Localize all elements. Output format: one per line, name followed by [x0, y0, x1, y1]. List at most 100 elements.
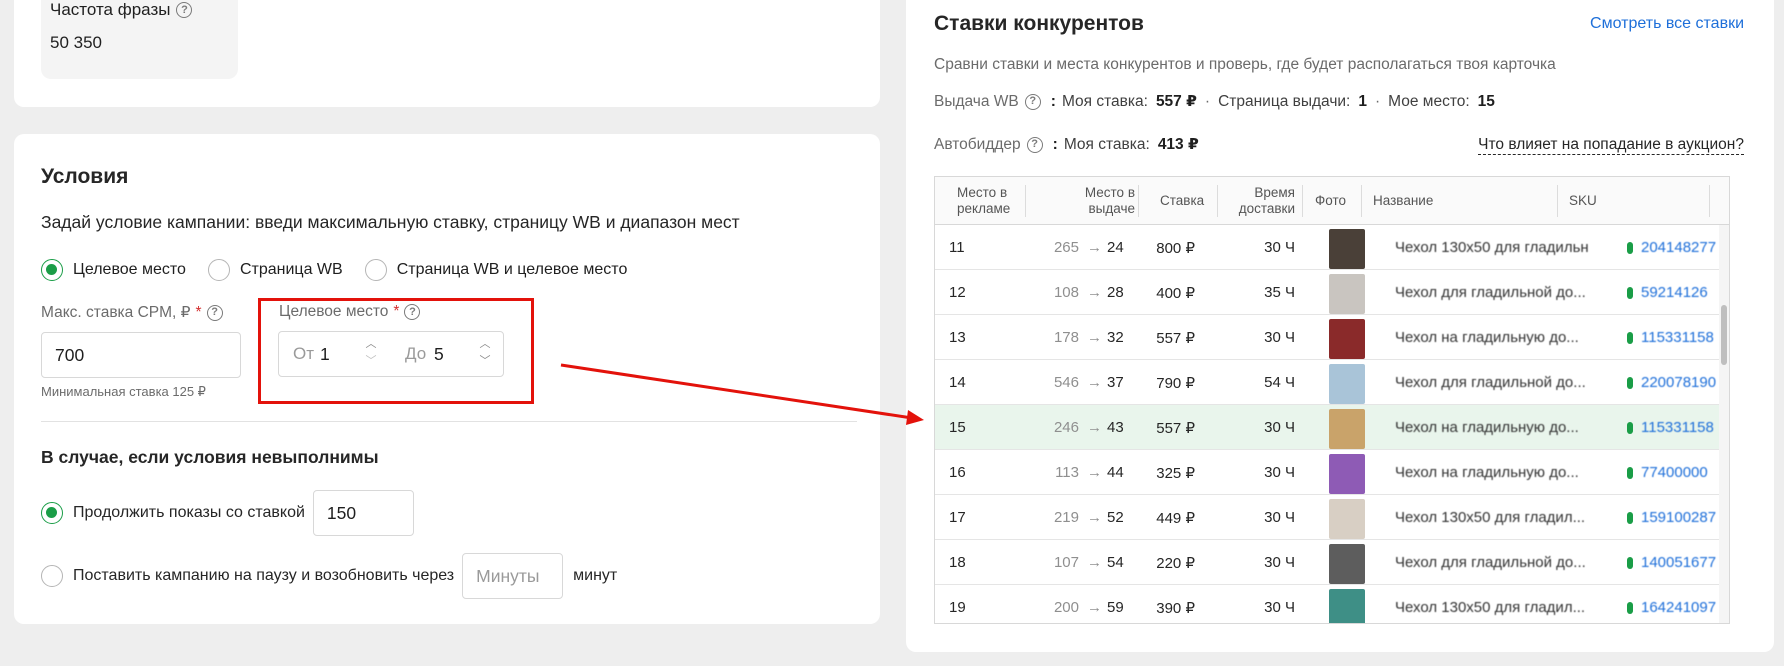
cell-sku-link[interactable]: 77400000 [1641, 464, 1708, 481]
auction-info-link[interactable]: Что влияет на попадание в аукцион? [1478, 136, 1744, 155]
divider [41, 421, 857, 422]
pause-minutes-input[interactable]: Минуты [462, 553, 564, 599]
cell-bid: 400 ₽ [1156, 284, 1195, 302]
col-bid[interactable]: Ставка [1160, 177, 1204, 225]
table-body: 11 265 → 24 800 ₽ 30 Ч Чехол 130x50 для гладил… [935, 225, 1729, 623]
cell-prev-place: 200 [1053, 599, 1079, 616]
table-row[interactable]: 13 178 → 32 557 ₽ 30 Ч Чехол на гладильную до.… [935, 315, 1729, 360]
cell-sku-link[interactable]: 115331158 [1641, 419, 1714, 436]
see-all-bids-link[interactable]: Смотреть все ставки [1590, 15, 1744, 33]
cell-bid: 557 ₽ [1156, 419, 1195, 437]
table-scrollbar[interactable] [1719, 225, 1729, 623]
help-icon[interactable]: ? [1026, 136, 1043, 153]
fallback-radio-pause[interactable]: Поставить кампанию на паузу и возобновит… [41, 565, 454, 587]
cell-delivery-time: 30 Ч [1264, 239, 1295, 256]
mode-radio-target-place[interactable]: Целевое место [41, 259, 186, 281]
cell-product-name[interactable]: Чехол на гладильную до... [1395, 419, 1603, 436]
table-row[interactable]: 18 107 → 54 220 ₽ 30 Ч Чехол для гладильной до… [935, 540, 1729, 585]
product-photo[interactable] [1329, 498, 1365, 539]
cell-ad-place: 19 [949, 599, 966, 616]
help-icon[interactable]: ? [206, 304, 223, 321]
table-row[interactable]: 19 200 → 59 390 ₽ 30 Ч Чехол 130x50 для гладил… [935, 585, 1729, 623]
cell-ad-place: 15 [949, 419, 966, 436]
col-sku[interactable]: SKU [1569, 177, 1597, 225]
cell-serp-place: 37 [1107, 374, 1124, 391]
cell-ad-place: 14 [949, 374, 966, 391]
max-bid-input[interactable]: 700 [41, 332, 241, 378]
phrase-frequency-title: Частота фразы ? [50, 0, 193, 20]
status-dot-icon [1627, 556, 1633, 569]
col-name[interactable]: Название [1373, 177, 1433, 225]
cell-bid: 800 ₽ [1156, 239, 1195, 257]
cell-bid: 557 ₽ [1156, 329, 1195, 347]
cell-serp-place: 24 [1107, 239, 1124, 256]
table-row[interactable]: 17 219 → 52 449 ₽ 30 Ч Чехол 130x50 для гладил… [935, 495, 1729, 540]
cell-product-name[interactable]: Чехол для гладильной до... [1395, 374, 1603, 391]
arrow-right-icon: → [1087, 284, 1102, 301]
arrow-right-icon: → [1087, 599, 1102, 616]
cell-product-name[interactable]: Чехол для гладильной до... [1395, 284, 1603, 301]
mode-radio-wb-page[interactable]: Страница WB [207, 259, 343, 281]
status-dot-icon [1627, 421, 1633, 434]
cell-ad-place: 17 [949, 509, 966, 526]
cell-sku-link[interactable]: 140051677 [1641, 554, 1716, 571]
product-photo[interactable] [1329, 228, 1365, 269]
competitor-bids-card: Ставки конкурентов Смотреть все ставки С… [906, 0, 1774, 652]
table-row[interactable]: 16 113 → 44 325 ₽ 30 Ч Чехол на гладильную до.… [935, 450, 1729, 495]
table-row[interactable]: 11 265 → 24 800 ₽ 30 Ч Чехол 130x50 для гладил… [935, 225, 1729, 270]
col-serp-place[interactable]: Место в выдаче [1065, 177, 1135, 225]
status-dot-icon [1627, 241, 1633, 254]
cell-product-name[interactable]: Чехол на гладильную до... [1395, 464, 1603, 481]
cell-sku-link[interactable]: 59214126 [1641, 284, 1708, 301]
cell-sku-link[interactable]: 115331158 [1641, 329, 1714, 346]
product-photo[interactable] [1329, 543, 1365, 584]
product-photo[interactable] [1329, 363, 1365, 404]
radio-checked-icon [41, 502, 63, 524]
fallback-bid-input[interactable]: 150 [312, 490, 414, 536]
scrollbar-thumb[interactable] [1721, 305, 1727, 365]
cell-prev-place: 246 [1053, 419, 1079, 436]
cell-bid: 325 ₽ [1156, 464, 1195, 482]
fallback-continue-row: Продолжить показы со ставкой 150 [41, 490, 414, 536]
status-dot-icon [1627, 331, 1633, 344]
product-photo[interactable] [1329, 318, 1365, 359]
col-ad-place[interactable]: Место в рекламе [957, 177, 1027, 225]
cell-sku-link[interactable]: 164241097 [1641, 599, 1716, 616]
cell-delivery-time: 35 Ч [1264, 284, 1295, 301]
table-row[interactable]: 14 546 → 37 790 ₽ 54 Ч Чехол для гладильной до… [935, 360, 1729, 405]
help-icon[interactable]: ? [176, 2, 193, 18]
help-icon[interactable]: ? [1024, 93, 1041, 110]
cell-product-name[interactable]: Чехол для гладильной до... [1395, 554, 1603, 571]
cell-serp-place: 52 [1107, 509, 1124, 526]
product-photo[interactable] [1329, 588, 1365, 623]
cell-delivery-time: 30 Ч [1264, 509, 1295, 526]
conditions-description: Задай условие кампании: введи максимальн… [41, 212, 740, 232]
status-dot-icon [1627, 466, 1633, 479]
product-photo[interactable] [1329, 453, 1365, 494]
cell-prev-place: 113 [1055, 464, 1079, 481]
cell-product-name[interactable]: Чехол 130x50 для гладил... [1395, 509, 1603, 526]
product-photo[interactable] [1329, 408, 1365, 449]
cell-ad-place: 18 [949, 554, 966, 571]
cell-product-name[interactable]: Чехол на гладильную до... [1395, 329, 1603, 346]
cell-serp-place: 28 [1107, 284, 1124, 301]
cell-delivery-time: 30 Ч [1264, 554, 1295, 571]
wb-stats-row: Выдача WB ? : Моя ставка: 557 ₽ · Страни… [934, 92, 1495, 111]
cell-product-name[interactable]: Чехол 130x50 для гладильн [1395, 239, 1603, 256]
cell-sku-link[interactable]: 220078190 [1641, 374, 1716, 391]
arrow-right-icon: → [1087, 374, 1102, 391]
cell-serp-place: 54 [1107, 554, 1124, 571]
cell-product-name[interactable]: Чехол 130x50 для гладил... [1395, 599, 1603, 616]
table-row[interactable]: 15 246 → 43 557 ₽ 30 Ч Чехол на гладильную до.… [935, 405, 1729, 450]
cell-bid: 390 ₽ [1156, 599, 1195, 617]
mode-radio-wb-page-and-place[interactable]: Страница WB и целевое место [364, 259, 627, 281]
product-photo[interactable] [1329, 273, 1365, 314]
cell-sku-link[interactable]: 159100287 [1641, 509, 1716, 526]
table-row[interactable]: 12 108 → 28 400 ₽ 35 Ч Чехол для гладильной до… [935, 270, 1729, 315]
cell-ad-place: 13 [949, 329, 966, 346]
col-delivery-time[interactable]: Время доставки [1235, 177, 1295, 225]
col-photo: Фото [1315, 193, 1347, 208]
cell-sku-link[interactable]: 204148277 [1641, 239, 1716, 256]
fallback-radio-continue[interactable]: Продолжить показы со ставкой [41, 502, 305, 524]
autobidder-stats-row: Автобиддер ? : Моя ставка: 413 ₽ [934, 135, 1199, 154]
